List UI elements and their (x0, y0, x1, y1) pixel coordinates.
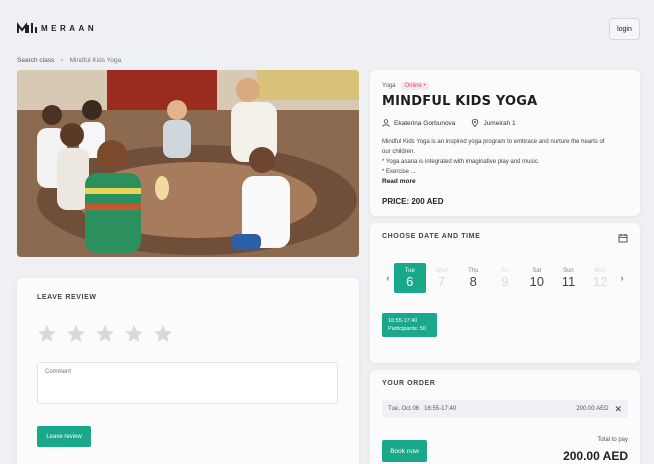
day-wed[interactable]: Wed 7 (426, 263, 458, 293)
star-icon[interactable] (37, 324, 57, 344)
day-tue[interactable]: Tue 6 (393, 263, 426, 293)
day-number: 11 (561, 273, 576, 289)
day-sun[interactable]: Sun 11 (553, 263, 585, 293)
breadcrumb-current: Mindful Kids Yoga (69, 57, 122, 64)
user-icon (382, 119, 390, 127)
day-number: 12 (592, 273, 608, 289)
instructor[interactable]: Ekaterina Gorbunova (382, 119, 455, 127)
day-number: 6 (406, 273, 414, 289)
day-sat[interactable]: Sat 10 (521, 263, 553, 293)
day-number: 8 (469, 273, 477, 289)
day-number: 9 (501, 273, 509, 289)
leave-review-button[interactable]: Leave review (37, 426, 91, 447)
order-item-price: 200.00 AED (576, 406, 609, 412)
calendar-icon[interactable] (618, 233, 628, 243)
total-label: Total to pay (597, 437, 628, 443)
description-line: our children. (382, 149, 416, 155)
slot-participants: Participants: 50 (388, 326, 426, 332)
class-info-card: Yoga Online • MINDFUL KIDS YOGA Ekaterin… (370, 70, 640, 216)
order-item-date: Tue, Oct 06 (388, 406, 420, 412)
star-icon[interactable] (95, 324, 115, 344)
breadcrumb: Search class » Mindful Kids Yoga (17, 57, 121, 64)
day-picker: ‹ Tue 6 Wed 7 Thu 8 Fri 9 Sat 10 Sun 11 … (382, 263, 628, 293)
login-button[interactable]: login (609, 18, 640, 40)
book-now-button[interactable]: Book now (382, 440, 427, 462)
brand-logo[interactable]: MERAAN (17, 21, 97, 35)
location[interactable]: Jumeirah 1 (471, 119, 516, 127)
order-title: YOUR ORDER (382, 380, 436, 387)
day-mon[interactable]: Mon 12 (584, 263, 616, 293)
remove-item-close-icon[interactable]: ✕ (614, 404, 622, 415)
class-description: Mindful Kids Yoga is an inspired yoga pr… (382, 137, 628, 187)
order-item: Tue, Oct 06 16:55-17:40 200.00 AED ✕ (382, 400, 628, 418)
time-slot[interactable]: 16:55-17:40 Participants: 50 (382, 313, 437, 337)
day-number: 10 (529, 273, 544, 289)
order-card: YOUR ORDER Tue, Oct 06 16:55-17:40 200.0… (370, 370, 640, 464)
top-bar: MERAAN login (0, 0, 654, 56)
class-title: MINDFUL KIDS YOGA (382, 94, 538, 109)
slot-time: 16:55-17:40 (388, 318, 418, 324)
star-rating (37, 324, 173, 344)
total-value: 200.00 AED (563, 449, 628, 463)
breadcrumb-separator: » (60, 57, 64, 64)
class-photo (17, 70, 359, 257)
class-price: PRICE: 200 AED (382, 197, 444, 206)
location-pin-icon (472, 119, 479, 127)
description-line: Mindful Kids Yoga is an inspired yoga pr… (382, 139, 605, 145)
description-line: * Exercise ... (382, 169, 416, 175)
brand-name: MERAAN (41, 23, 98, 33)
order-item-time: 16:55-17:40 (424, 406, 457, 412)
star-icon[interactable] (124, 324, 144, 344)
read-more-link[interactable]: Read more (382, 177, 628, 187)
review-card: LEAVE REVIEW Leave review (17, 278, 359, 464)
day-fri[interactable]: Fri 9 (489, 263, 521, 293)
date-time-title: CHOOSE DATE AND TIME (382, 233, 481, 240)
description-line: * Yoga asana is integrated with imaginat… (382, 159, 540, 165)
day-number: 7 (437, 273, 446, 289)
next-days-chevron-right-icon[interactable]: › (616, 273, 628, 283)
review-title: LEAVE REVIEW (37, 294, 97, 301)
prev-days-chevron-left-icon[interactable]: ‹ (382, 273, 394, 283)
star-icon[interactable] (66, 324, 86, 344)
comment-input[interactable] (37, 362, 338, 404)
logo-mark-icon (17, 22, 37, 33)
day-thu[interactable]: Thu 8 (457, 263, 489, 293)
class-category: Yoga (382, 83, 396, 89)
breadcrumb-parent-link[interactable]: Search class (17, 57, 54, 64)
date-time-card: CHOOSE DATE AND TIME ‹ Tue 6 Wed 7 Thu 8… (370, 223, 640, 363)
star-icon[interactable] (153, 324, 173, 344)
instructor-name: Ekaterina Gorbunova (394, 119, 456, 127)
online-badge: Online • (401, 82, 429, 90)
location-name: Jumeirah 1 (483, 119, 516, 127)
